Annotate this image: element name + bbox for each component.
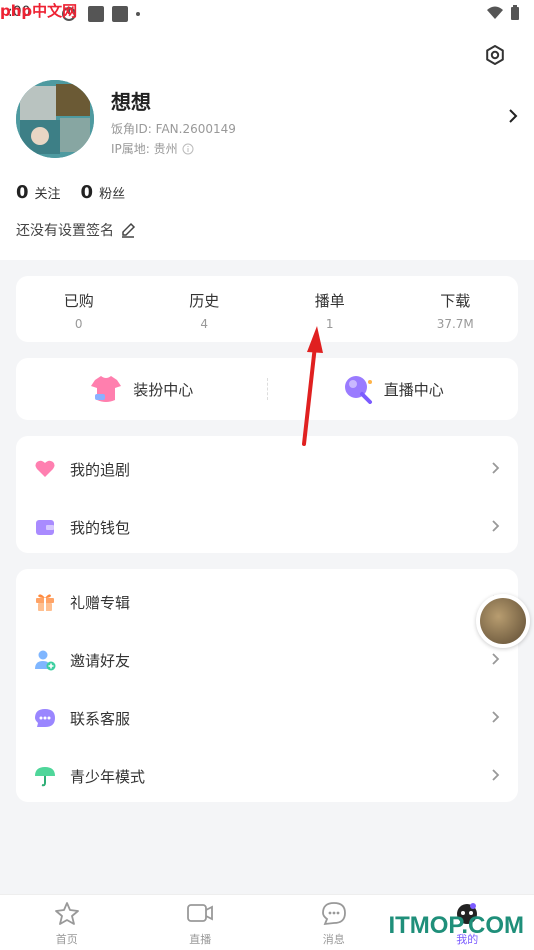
avatar[interactable] <box>16 80 94 158</box>
menu-label: 联系客服 <box>70 709 131 728</box>
watermark-top-left: php中文网 <box>0 2 78 20</box>
chat-bubble-icon <box>35 709 55 727</box>
stat-purchased[interactable]: 已购 0 <box>16 276 142 342</box>
heart-icon <box>35 460 55 477</box>
fans-count[interactable]: 0 <box>81 182 94 203</box>
app-notification-icon <box>88 6 104 22</box>
nav-tab-home[interactable]: 首页 <box>0 895 134 950</box>
stat-label: 历史 <box>189 292 220 310</box>
dressup-center-button[interactable]: 装扮中心 <box>16 374 267 404</box>
menu-label: 我的钱包 <box>70 518 131 537</box>
chevron-right-icon <box>492 520 500 532</box>
nav-label: 直播 <box>189 933 212 946</box>
live-center-button[interactable]: 直播中心 <box>268 374 519 404</box>
stat-history[interactable]: 历史 4 <box>142 276 268 342</box>
watermark-bottom-right: ITMOP.COM <box>388 912 524 939</box>
tshirt-icon <box>91 376 122 402</box>
menu-group-primary: 我的追剧 我的钱包 <box>16 436 518 553</box>
nickname: 想想 <box>111 90 151 114</box>
message-icon <box>321 902 346 926</box>
stat-value: 4 <box>200 317 209 331</box>
following-label[interactable]: 关注 <box>35 183 61 202</box>
menu-item-gift-albums[interactable]: 礼赠专辑 <box>16 573 518 631</box>
stats-card: 已购 0 历史 4 播单 1 下载 37.7M <box>16 276 518 342</box>
menu-label: 我的追剧 <box>70 460 131 479</box>
menu-label: 邀请好友 <box>70 651 131 670</box>
settings-button[interactable] <box>482 42 508 68</box>
menu-item-my-wallet[interactable]: 我的钱包 <box>16 498 518 556</box>
center-label: 直播中心 <box>383 380 444 399</box>
user-id: 饭角ID: FAN.2600149 <box>111 122 236 136</box>
umbrella-icon <box>35 767 55 787</box>
app-notification-icon <box>112 6 128 22</box>
stat-label: 播单 <box>314 292 345 310</box>
home-star-icon <box>54 902 79 925</box>
album-cover-thumbnail <box>480 598 526 644</box>
wallet-icon <box>36 520 54 535</box>
menu-label: 礼赠专辑 <box>70 593 131 612</box>
profile-detail-button[interactable] <box>508 108 518 128</box>
avatar-image <box>16 80 94 158</box>
signature-text: 还没有设置签名 <box>16 223 114 239</box>
edit-pencil-icon[interactable] <box>120 222 136 238</box>
follow-stats: 0 关注 0 粉丝 <box>16 182 139 203</box>
stat-value: 37.7M <box>436 317 474 331</box>
status-system-icons <box>486 5 520 21</box>
chevron-right-icon <box>492 711 500 723</box>
video-icon <box>187 904 214 922</box>
floating-player-ball[interactable] <box>476 594 530 648</box>
stat-label: 已购 <box>63 292 94 310</box>
menu-label: 青少年模式 <box>70 767 146 786</box>
nav-label: 消息 <box>322 933 345 946</box>
battery-icon <box>511 5 519 20</box>
info-icon[interactable] <box>182 143 194 155</box>
chevron-right-icon <box>509 109 518 123</box>
menu-item-my-dramas[interactable]: 我的追剧 <box>16 440 518 498</box>
add-friend-icon <box>35 650 56 671</box>
stat-download[interactable]: 下载 37.7M <box>393 276 519 342</box>
menu-group-secondary: 礼赠专辑 邀请好友 联系客服 青少年模式 <box>16 569 518 802</box>
nav-tab-messages[interactable]: 消息 <box>267 895 401 950</box>
nav-label: 首页 <box>55 933 78 946</box>
wifi-icon <box>487 6 503 19</box>
nav-tab-live[interactable]: 直播 <box>134 895 268 950</box>
microphone-icon <box>344 376 372 404</box>
centers-card: 装扮中心 直播中心 <box>16 358 518 420</box>
chevron-right-icon <box>492 769 500 781</box>
gift-icon <box>36 594 54 611</box>
stat-label: 下载 <box>440 292 471 310</box>
following-count[interactable]: 0 <box>16 182 29 203</box>
menu-item-teen-mode[interactable]: 青少年模式 <box>16 747 518 805</box>
chevron-right-icon <box>492 653 500 665</box>
signature-row[interactable]: 还没有设置签名 <box>16 220 136 240</box>
profile-header: 想想 饭角ID: FAN.2600149 IP属地: 贵州 0 关注 0 粉丝 … <box>0 28 534 260</box>
gear-icon <box>486 45 504 65</box>
status-bar: :00 <box>0 0 534 28</box>
stat-playlist[interactable]: 播单 1 <box>267 276 393 342</box>
ip-location: IP属地: 贵州 <box>111 140 194 157</box>
center-label: 装扮中心 <box>133 380 194 399</box>
fans-label[interactable]: 粉丝 <box>99 183 125 202</box>
menu-item-customer-service[interactable]: 联系客服 <box>16 689 518 747</box>
stat-value: 1 <box>325 317 334 331</box>
more-notifications-icon <box>136 12 140 16</box>
ip-location-text: IP属地: 贵州 <box>111 142 178 156</box>
stat-value: 0 <box>74 317 83 331</box>
chevron-right-icon <box>492 462 500 474</box>
menu-item-invite-friends[interactable]: 邀请好友 <box>16 631 518 689</box>
